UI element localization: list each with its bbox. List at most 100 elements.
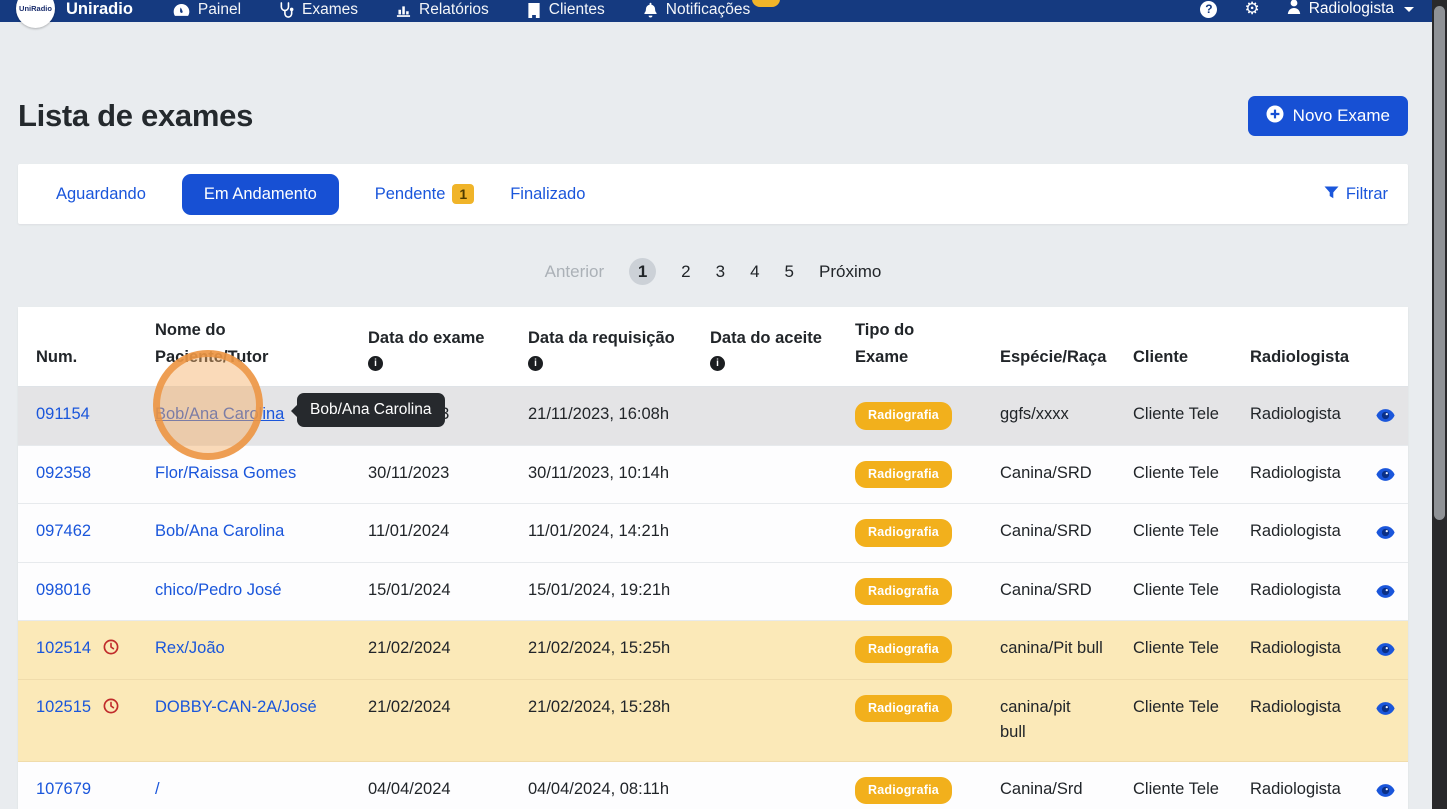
- exam-number-link[interactable]: 092358: [36, 461, 91, 487]
- view-exam-icon[interactable]: [1376, 464, 1395, 490]
- table-row[interactable]: 107679 / 04/04/2024 04/04/2024, 08:11h R…: [18, 762, 1408, 809]
- stethoscope-icon: [279, 2, 294, 18]
- user-menu[interactable]: Radiologista: [1287, 0, 1414, 19]
- exam-type-badge: Radiografia: [855, 461, 952, 488]
- accept-date: [692, 387, 837, 444]
- exam-date: 21/02/2024: [350, 621, 510, 679]
- filter-button[interactable]: Filtrar: [1324, 185, 1388, 204]
- patient-tutor-link[interactable]: Flor/Raissa Gomes: [155, 464, 296, 482]
- exam-number-link[interactable]: 091154: [36, 402, 90, 428]
- client: Cliente Tele: [1115, 504, 1232, 561]
- tab-pendente[interactable]: Pendente 1: [375, 184, 474, 204]
- user-label: Radiologista: [1309, 0, 1394, 18]
- info-icon[interactable]: [710, 356, 725, 371]
- tab-aguardando[interactable]: Aguardando: [56, 185, 146, 204]
- column-patient-tutor: Nome do Paciente/Tutor: [137, 307, 350, 386]
- exam-number-link[interactable]: 107679: [36, 777, 91, 803]
- brand-name[interactable]: Uniradio: [66, 0, 133, 19]
- client: Cliente Tele: [1115, 387, 1232, 444]
- client: Cliente Tele: [1115, 563, 1232, 620]
- exam-number-link[interactable]: 098016: [36, 578, 91, 604]
- pendente-count-badge: 1: [452, 184, 474, 204]
- table-row[interactable]: 092358 Flor/Raissa Gomes 30/11/2023 30/1…: [18, 446, 1408, 504]
- species-breed: Canina/SRD: [982, 446, 1115, 503]
- species-breed: ggfs/xxxx: [982, 387, 1115, 444]
- nav-item-clientes[interactable]: Clientes: [527, 1, 605, 19]
- accept-date: [692, 680, 837, 761]
- view-exam-icon[interactable]: [1376, 581, 1395, 607]
- column-exam-date-label: Data do exame: [368, 325, 484, 352]
- radiologist: Radiologista: [1232, 762, 1362, 809]
- column-request-date-label: Data da requisição: [528, 325, 675, 352]
- view-exam-icon[interactable]: [1376, 522, 1395, 548]
- bar-chart-icon: [396, 3, 411, 18]
- pagination: Anterior 1 2 3 4 5 Próximo: [18, 258, 1408, 285]
- nav-item-label: Painel: [198, 1, 241, 19]
- request-date: 21/11/2023, 16:08h: [510, 387, 692, 444]
- view-exam-icon[interactable]: [1376, 639, 1395, 665]
- patient-tutor-link[interactable]: chico/Pedro José: [155, 581, 282, 599]
- view-exam-icon[interactable]: [1376, 780, 1395, 806]
- patient-tutor-link[interactable]: /: [155, 780, 160, 798]
- view-exam-icon[interactable]: [1376, 405, 1395, 431]
- radiologist: Radiologista: [1232, 621, 1362, 679]
- tab-pendente-label: Pendente: [375, 185, 446, 204]
- patient-tutor-link[interactable]: Bob/Ana Carolina: [155, 522, 284, 540]
- view-exam-icon[interactable]: [1376, 698, 1395, 724]
- pagination-page-4[interactable]: 4: [750, 262, 759, 282]
- patient-tutor-link[interactable]: DOBBY-CAN-2A/José: [155, 698, 317, 716]
- nav-item-label: Relatórios: [419, 1, 489, 19]
- nav-item-label: Exames: [302, 1, 358, 19]
- column-request-date: Data da requisição: [510, 307, 692, 386]
- radiologist: Radiologista: [1232, 387, 1362, 444]
- nav-item-notificacoes[interactable]: Notificações: [643, 1, 750, 19]
- request-date: 11/01/2024, 14:21h: [510, 504, 692, 561]
- exam-date: 04/04/2024: [350, 762, 510, 809]
- table-row[interactable]: 091154 Bob/Ana Carolina 21/11/2023 21/11…: [18, 387, 1408, 445]
- gauge-icon: [173, 3, 190, 17]
- column-radiologist: Radiologista: [1232, 307, 1362, 386]
- scrollbar-thumb[interactable]: [1434, 6, 1445, 520]
- overdue-clock-icon: [103, 636, 119, 664]
- pagination-next[interactable]: Próximo: [819, 262, 881, 282]
- pagination-page-1[interactable]: 1: [629, 258, 656, 285]
- funnel-icon: [1324, 185, 1339, 204]
- species-breed: Canina/SRD: [982, 504, 1115, 561]
- filter-label: Filtrar: [1346, 185, 1388, 204]
- pagination-page-5[interactable]: 5: [785, 262, 794, 282]
- table-row[interactable]: 098016 chico/Pedro José 15/01/2024 15/01…: [18, 563, 1408, 621]
- table-row[interactable]: 102514 Rex/João 21/02/2024 21/02/2024, 1…: [18, 621, 1408, 680]
- exam-date: 30/11/2023: [350, 446, 510, 503]
- exam-number-link[interactable]: 102514: [36, 636, 91, 662]
- pagination-page-2[interactable]: 2: [681, 262, 690, 282]
- patient-tutor-link[interactable]: Bob/Ana Carolina: [155, 405, 284, 423]
- main-content: Lista de exames Novo Exame Aguardando Em…: [0, 22, 1432, 809]
- nav-item-exames[interactable]: Exames: [279, 1, 358, 19]
- radiologist: Radiologista: [1232, 446, 1362, 503]
- patient-tutor-link[interactable]: Rex/João: [155, 639, 225, 657]
- exam-number-link[interactable]: 097462: [36, 519, 91, 545]
- page-scrollbar[interactable]: [1432, 0, 1447, 809]
- new-exam-button[interactable]: Novo Exame: [1248, 96, 1408, 136]
- tab-em-andamento[interactable]: Em Andamento: [182, 174, 339, 215]
- exam-type-badge: Radiografia: [855, 695, 952, 722]
- nav-item-relatorios[interactable]: Relatórios: [396, 1, 489, 19]
- gear-icon[interactable]: ⚙: [1244, 1, 1259, 18]
- pagination-page-3[interactable]: 3: [716, 262, 725, 282]
- help-icon[interactable]: [1200, 1, 1217, 18]
- table-row[interactable]: 097462 Bob/Ana Carolina 11/01/2024 11/01…: [18, 504, 1408, 562]
- status-tabs: Aguardando Em Andamento Pendente 1 Final…: [18, 164, 1408, 224]
- nav-item-painel[interactable]: Painel: [173, 1, 241, 19]
- accept-date: [692, 762, 837, 809]
- info-icon[interactable]: [368, 356, 383, 371]
- pagination-previous: Anterior: [545, 262, 605, 282]
- tab-finalizado[interactable]: Finalizado: [510, 185, 585, 204]
- exam-type-badge: Radiografia: [855, 777, 952, 804]
- exam-type-badge: Radiografia: [855, 402, 952, 429]
- table-body: 091154 Bob/Ana Carolina 21/11/2023 21/11…: [18, 387, 1408, 809]
- info-icon[interactable]: [528, 356, 543, 371]
- exam-number-link[interactable]: 102515: [36, 695, 91, 721]
- table-row[interactable]: 102515 DOBBY-CAN-2A/José 21/02/2024 21/0…: [18, 680, 1408, 762]
- species-breed: canina/Pit bull: [982, 621, 1115, 679]
- species-breed: Canina/SRD: [982, 563, 1115, 620]
